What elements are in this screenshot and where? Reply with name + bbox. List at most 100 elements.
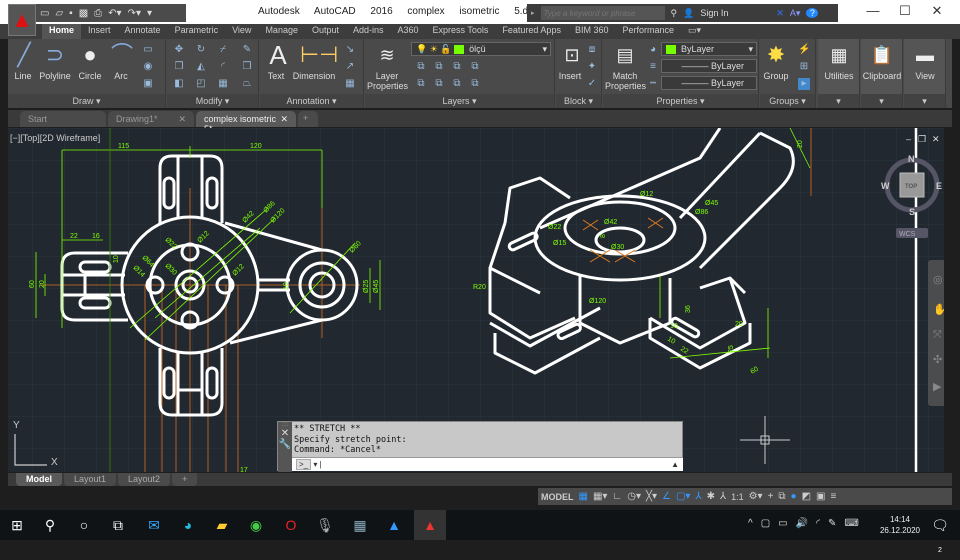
tab-layout2[interactable]: Layout2 (118, 473, 171, 486)
print-icon[interactable]: ⎙ (94, 8, 102, 19)
pan-icon[interactable]: ✋ (933, 303, 944, 316)
minimize-button[interactable]: — (858, 3, 888, 21)
save-icon[interactable]: ▪ (69, 8, 73, 19)
close-button[interactable]: ✕ (922, 3, 952, 21)
close-icon[interactable]: ✕ (280, 114, 288, 124)
ribbon-toggle-icon[interactable]: ▭▾ (681, 24, 708, 39)
close-icon[interactable]: ✕ (178, 114, 186, 124)
file-tab-complex-isometric[interactable]: complex isometric 5*✕ (196, 111, 296, 134)
search-input[interactable] (540, 6, 665, 20)
wrench-icon[interactable]: 🔧 (278, 439, 292, 450)
search-icon[interactable]: ⚲ (40, 516, 60, 534)
layer-tool-icon[interactable]: ⧉ (469, 61, 481, 73)
command-prompt-icon[interactable]: >_ (296, 459, 312, 470)
isodraft-icon[interactable]: ╳▾ (646, 491, 657, 502)
layer-tool-icon[interactable]: ⧉ (433, 78, 445, 90)
tab-featured-apps[interactable]: Featured Apps (495, 24, 568, 39)
file-tab-start[interactable]: Start (20, 111, 106, 127)
command-input[interactable]: >_ ▾ | ▲ (292, 457, 683, 471)
text-button[interactable]: A Text (264, 41, 288, 81)
group-edit-icon[interactable]: ⊞ (798, 61, 810, 73)
layer-tool-icon[interactable]: ⧉ (451, 61, 463, 73)
new-tab-button[interactable]: + (298, 111, 318, 127)
scale-icon[interactable]: ◰ (195, 78, 207, 90)
tab-insert[interactable]: Insert (81, 24, 118, 39)
rectangle-icon[interactable]: ▭ (142, 44, 154, 56)
table-icon[interactable]: ▦ (344, 78, 356, 90)
redo-icon[interactable]: ↷▾ (128, 8, 141, 19)
ungroup-icon[interactable]: ⚡ (798, 44, 810, 56)
dimension-button[interactable]: ⊢⊣ Dimension (292, 41, 339, 81)
viewport-controls-label[interactable]: [−][Top][2D Wireframe] (10, 133, 100, 143)
exchange-icon[interactable]: ✕ (776, 8, 784, 19)
customization-menu-icon[interactable]: ≡ (831, 491, 837, 502)
rotate-icon[interactable]: ↻ (195, 44, 207, 56)
task-view-icon[interactable]: ⧉ (108, 516, 128, 534)
edit-block-icon[interactable]: ✦ (586, 61, 598, 73)
tab-annotate[interactable]: Annotate (118, 24, 168, 39)
open-icon[interactable]: ▱ (55, 8, 63, 19)
maximize-button[interactable]: ☐ (890, 3, 920, 21)
block-panel-title[interactable]: Block ▾ (556, 94, 601, 108)
photos-icon[interactable]: ▲ (384, 516, 404, 534)
grid-icon[interactable]: ▦ (579, 491, 588, 502)
insert-button[interactable]: ⊡ Insert (558, 41, 582, 81)
annotation-scale-value[interactable]: 1:1 (731, 492, 744, 502)
polyline-button[interactable]: ⊃ Polyline (38, 41, 72, 81)
hardware-acceleration-icon[interactable]: ● (791, 491, 797, 502)
viewcube-top-face[interactable]: TOP (905, 184, 917, 190)
clean-screen-toggle-icon[interactable]: ◩ (802, 491, 811, 502)
compass-east[interactable]: E (936, 181, 942, 191)
save-as-icon[interactable]: ▩ (79, 8, 88, 19)
chevron-up-icon[interactable]: ^ (748, 518, 753, 529)
mail-icon[interactable]: ✉ (144, 516, 164, 534)
tab-home[interactable]: Home (42, 24, 82, 39)
cortana-icon[interactable]: ○ (74, 516, 94, 534)
arc-button[interactable]: ⌒ Arc (108, 41, 134, 81)
new-icon[interactable]: ▭ (40, 8, 49, 19)
layer-tool-icon[interactable]: ⧉ (415, 61, 427, 73)
tab-view[interactable]: View (225, 24, 258, 39)
draw-panel-title[interactable]: Draw ▾ (8, 94, 165, 108)
copy-icon[interactable]: ❐ (173, 61, 185, 73)
group-button[interactable]: ✸ Group (762, 41, 790, 81)
clipboard-button[interactable]: 📋 Clipboard ▾ (861, 39, 903, 108)
viewport-restore-icon[interactable]: ❐ (918, 134, 926, 144)
multileader-icon[interactable]: ↗ (344, 61, 356, 73)
chrome-icon[interactable]: ◉ (246, 516, 266, 534)
history-up-icon[interactable]: ▲ (671, 458, 683, 471)
annotation-visibility-icon[interactable]: ⅄ (695, 491, 701, 502)
annotation-scale-icon[interactable]: ⅄ (720, 491, 726, 502)
undo-icon[interactable]: ↶▾ (108, 8, 121, 19)
hatch-icon[interactable]: ◉ (142, 61, 154, 73)
tab-model[interactable]: Model (16, 473, 62, 486)
tab-a360[interactable]: A360 (391, 24, 426, 39)
object-snap-icon[interactable]: ▢▾ (676, 491, 690, 502)
create-block-icon[interactable]: ⧈ (586, 44, 598, 56)
orbit-icon[interactable]: ✣ (933, 354, 942, 366)
stretch-icon[interactable]: ◧ (173, 78, 185, 90)
battery-icon[interactable]: ▭ (778, 518, 787, 529)
layer-tool-icon[interactable]: ⧉ (451, 78, 463, 90)
leader-icon[interactable]: ↘ (344, 44, 356, 56)
pen-icon[interactable]: ✎ (828, 518, 836, 529)
auto-scale-icon[interactable]: ✱ (707, 491, 715, 502)
match-properties-button[interactable]: ▤ Match Properties (605, 41, 646, 91)
user-icon[interactable]: 👤 (683, 8, 694, 19)
opera-icon[interactable]: O (281, 516, 301, 534)
a360-icon[interactable]: A▾ (790, 8, 801, 19)
lineweight-dropdown[interactable]: ——— ByLayer (661, 76, 757, 90)
viewport-close-icon[interactable]: ✕ (932, 134, 940, 144)
zoom-icon[interactable]: ⤧ (933, 329, 942, 341)
linetype-dropdown[interactable]: ——— ByLayer (661, 59, 757, 73)
notifications-icon[interactable]: 🗨2 (930, 516, 950, 554)
explode-icon[interactable]: ❒ (241, 61, 253, 73)
plus-icon[interactable]: + (768, 491, 774, 502)
expand-icon[interactable]: ▸ (531, 9, 535, 17)
clock[interactable]: 14:14 26.12.2020 (880, 514, 920, 536)
ortho-icon[interactable]: ∟ (612, 491, 622, 502)
tab-add-ins[interactable]: Add-ins (346, 24, 391, 39)
keyboard-icon[interactable]: ⌨ (844, 518, 858, 529)
edge-icon[interactable]: ◕ (178, 516, 198, 534)
wifi-icon[interactable]: ◜ (816, 518, 820, 529)
